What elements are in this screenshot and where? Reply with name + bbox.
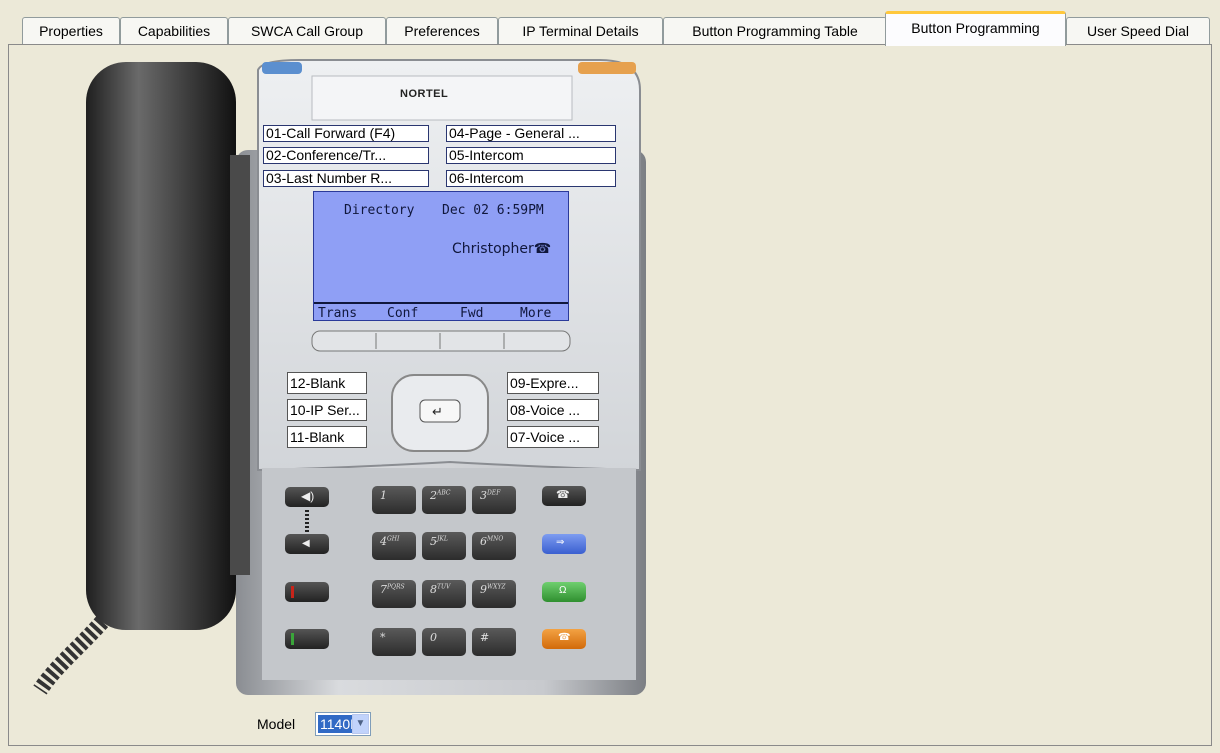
key-8-label: 8	[430, 583, 437, 596]
softkey-trans[interactable]: Trans	[318, 306, 357, 321]
key-5[interactable]: 5JKL	[422, 532, 466, 560]
softkey-conf[interactable]: Conf	[387, 306, 418, 321]
model-label: Model	[257, 716, 296, 732]
hold-button[interactable]: ⇒	[542, 534, 586, 554]
button-label-06[interactable]: 06-Intercom	[446, 170, 616, 187]
key-8-letters: TUV	[437, 583, 451, 591]
key-4-letters: GHI	[387, 535, 400, 543]
softkey-more[interactable]: More	[520, 306, 551, 321]
key-2[interactable]: 2ABC	[422, 486, 466, 514]
release-icon: ☎	[558, 632, 571, 643]
key-6[interactable]: 6MNO	[472, 532, 516, 560]
key-1-label: 1	[380, 489, 387, 502]
key-5-letters: JKL	[437, 535, 448, 543]
release-button[interactable]: ☎	[542, 629, 586, 649]
key-9-letters: WXYZ	[487, 583, 506, 591]
key-6-letters: MNO	[487, 535, 504, 543]
key-0-label: 0	[430, 631, 437, 644]
key-7[interactable]: 7PQRS	[372, 580, 416, 608]
key-4[interactable]: 4GHI	[372, 532, 416, 560]
key-hash-label: #	[480, 631, 490, 644]
model-select[interactable]: 1140E ▼	[315, 712, 371, 736]
key-1[interactable]: 1	[372, 486, 416, 514]
chevron-down-icon[interactable]: ▼	[352, 714, 369, 734]
lcd-header: Directory	[344, 203, 415, 218]
key-5-label: 5	[430, 535, 437, 548]
button-label-12[interactable]: 12-Blank	[287, 372, 367, 394]
key-0[interactable]: 0	[422, 628, 466, 656]
volume-indicator	[305, 510, 309, 532]
button-label-03[interactable]: 03-Last Number R...	[263, 170, 429, 187]
speaker-icon: ◀)	[301, 489, 315, 503]
key-3[interactable]: 3DEF	[472, 486, 516, 514]
speaker-low-icon: ◀	[302, 538, 310, 549]
phone-display: Directory Dec 02 6:59PM Christopher☎ Tra…	[313, 191, 569, 321]
mute-icon	[291, 586, 294, 598]
hold-icon: ⇒	[556, 537, 565, 548]
key-7-label: 7	[380, 583, 387, 596]
key-3-letters: DEF	[487, 489, 501, 497]
button-label-02[interactable]: 02-Conference/Tr...	[263, 147, 429, 164]
handsfree-button[interactable]	[285, 629, 329, 649]
key-9[interactable]: 9WXYZ	[472, 580, 516, 608]
svg-text:↵: ↵	[432, 405, 443, 420]
lcd-date: Dec 02 6:59PM	[442, 203, 544, 218]
button-label-09[interactable]: 09-Expre...	[507, 372, 599, 394]
button-label-04[interactable]: 04-Page - General ...	[446, 125, 616, 142]
mute-button[interactable]	[285, 582, 329, 602]
nortel-logo: NORTEL	[400, 88, 449, 100]
key-2-label: 2	[430, 489, 437, 502]
key-9-label: 9	[480, 583, 487, 596]
key-hash[interactable]: #	[472, 628, 516, 656]
headset-button[interactable]: Ω	[542, 582, 586, 602]
key-star-label: *	[380, 631, 386, 644]
key-8[interactable]: 8TUV	[422, 580, 466, 608]
button-label-05[interactable]: 05-Intercom	[446, 147, 616, 164]
handset	[86, 62, 236, 630]
key-7-letters: PQRS	[387, 583, 405, 591]
lcd-name: Christopher☎	[452, 241, 551, 257]
volume-down-button[interactable]: ◀	[285, 534, 329, 554]
lcd-caller-name: Christopher	[452, 241, 534, 257]
headset-icon: Ω	[559, 585, 567, 596]
handset-icon: ☎	[533, 241, 552, 257]
button-label-08[interactable]: 08-Voice ...	[507, 399, 599, 421]
volume-up-button[interactable]: ◀)	[285, 487, 329, 507]
key-6-label: 6	[480, 535, 487, 548]
phone-image: ↵	[33, 59, 646, 695]
key-3-label: 3	[480, 489, 487, 502]
button-label-07[interactable]: 07-Voice ...	[507, 426, 599, 448]
button-label-10[interactable]: 10-IP Ser...	[287, 399, 367, 421]
handsfree-icon	[291, 633, 294, 645]
softkey-fwd[interactable]: Fwd	[460, 306, 483, 321]
lcd-softkey-bar: Trans Conf Fwd More	[314, 302, 568, 322]
key-2-letters: ABC	[437, 489, 451, 497]
key-star[interactable]: *	[372, 628, 416, 656]
key-4-label: 4	[380, 535, 387, 548]
tab-button-programming[interactable]: Button Programming	[885, 11, 1066, 46]
goodbye-button[interactable]: ☎	[542, 486, 586, 506]
button-label-01[interactable]: 01-Call Forward (F4)	[263, 125, 429, 142]
hangup-icon: ☎	[556, 489, 570, 501]
button-label-11[interactable]: 11-Blank	[287, 426, 367, 448]
